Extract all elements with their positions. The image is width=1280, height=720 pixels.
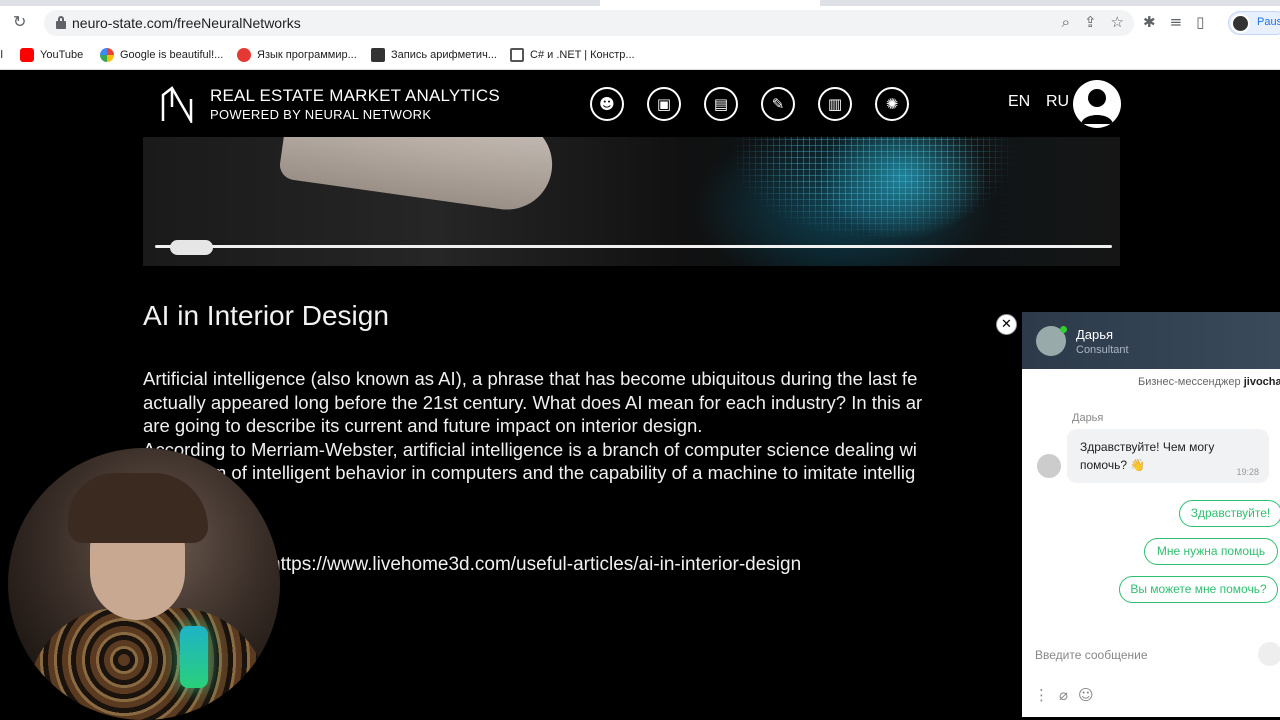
brain-icon[interactable]: ✺ (875, 87, 909, 121)
main-nav: ☻ ▣ ▤ ✎ ▥ ✺ (590, 87, 909, 121)
address-bar[interactable]: neuro-state.com/freeNeuralNetworks ⌕ ⇪ ☆ (44, 10, 1134, 36)
site-icon (237, 48, 251, 62)
logo-icon[interactable] (160, 85, 194, 123)
quick-reply-can-you-help[interactable]: Вы можете мне помочь? (1119, 576, 1278, 603)
article-line: Artificial intelligence (also known as A… (143, 368, 918, 389)
article-title: AI in Interior Design (143, 300, 389, 331)
chat-message-input[interactable]: Введите сообщение (1035, 648, 1148, 662)
carousel-handle[interactable] (170, 240, 213, 255)
brush-icon[interactable]: ✎ (761, 87, 795, 121)
article-line: According to Merriam-Webster, artificial… (143, 438, 917, 460)
bookmark-item[interactable]: il (0, 46, 3, 64)
bookmark-label: il (0, 49, 3, 61)
chat-header: Дарья Consultant (1022, 312, 1280, 369)
tab-strip (0, 0, 1280, 6)
bookmark-label: Google is beautiful!... (120, 49, 224, 61)
profile-status: Paused (1257, 16, 1280, 28)
online-status-icon (1060, 326, 1067, 333)
attach-icon[interactable]: ⌀ (1059, 686, 1068, 704)
message-sender: Дарья (1072, 412, 1104, 424)
lock-icon[interactable] (56, 16, 66, 29)
browser-toolbar: ↻ neuro-state.com/freeNeuralNetworks ⌕ ⇪… (0, 0, 1280, 40)
carousel-track[interactable] (155, 245, 1112, 248)
lang-ru-link[interactable]: RU (1046, 93, 1069, 111)
google-icon (100, 48, 114, 62)
chat-close-button[interactable]: ✕ (996, 314, 1017, 335)
chat-brand-name: jivochat (1243, 376, 1280, 388)
bookmark-youtube[interactable]: YouTube (20, 46, 83, 64)
bookmark-csharp[interactable]: C# и .NET | Констр... (510, 46, 635, 64)
agent-role: Consultant (1076, 344, 1129, 356)
hero-hand (278, 137, 558, 216)
webcam-shirt (28, 608, 268, 720)
site-header: REAL ESTATE MARKET ANALYTICS POWERED BY … (0, 70, 1280, 138)
bookmark-label: Язык программир... (257, 49, 357, 61)
omnibox-actions: ⌕ ⇪ ☆ (1062, 13, 1124, 31)
bookmarks-bar: il YouTube Google is beautiful!... Язык … (0, 40, 1280, 70)
profile-button[interactable]: Paused (1228, 11, 1280, 35)
agent-name: Дарья (1076, 327, 1114, 342)
active-tab[interactable] (600, 0, 820, 6)
chat-widget: Дарья Consultant Бизнес-мессенджер jivoc… (1022, 312, 1280, 717)
chat-brand[interactable]: Бизнес-мессенджер jivochat (1138, 376, 1280, 388)
bookmark-star-icon[interactable]: ☆ (1111, 13, 1124, 31)
reload-icon[interactable]: ↻ (13, 14, 29, 30)
quick-reply-need-help[interactable]: Мне нужна помощь (1144, 538, 1278, 565)
site-icon (510, 48, 524, 62)
message-text: Здравствуйте! Чем могу помочь? 👋 (1080, 440, 1215, 472)
webcam-hair (68, 473, 208, 543)
bookmark-label: YouTube (40, 49, 84, 61)
message-time: 19:28 (1236, 467, 1259, 477)
user-account-icon[interactable] (1073, 80, 1121, 128)
extensions-puzzle-icon[interactable]: ✱ (1143, 13, 1156, 31)
reading-list-icon[interactable]: ≡ (1170, 13, 1183, 31)
article-line: are going to describe its current and fu… (143, 415, 703, 437)
send-button[interactable] (1258, 642, 1280, 666)
article-line: actually appeared long before the 21st c… (143, 391, 923, 413)
url-text[interactable]: neuro-state.com/freeNeuralNetworks (72, 15, 301, 31)
lang-en-link[interactable]: EN (1008, 93, 1030, 111)
article-body: Artificial intelligence (also known as A… (143, 367, 1043, 485)
share-icon[interactable]: ⇪ (1084, 13, 1097, 31)
extensions-area: ✱ ≡ ▯ (1143, 13, 1204, 31)
image-icon[interactable]: ▣ (647, 87, 681, 121)
profile-avatar (1231, 14, 1250, 33)
source-link[interactable]: https://www.livehome3d.com/useful-articl… (270, 554, 801, 576)
message-avatar (1037, 454, 1061, 478)
document-icon[interactable]: ▤ (704, 87, 738, 121)
more-options-icon[interactable]: ⋮ (1034, 686, 1049, 704)
bookmark-label: C# и .NET | Констр... (530, 49, 635, 61)
message-bubble: Здравствуйте! Чем могу помочь? 👋 19:28 (1067, 429, 1269, 483)
brand-subtitle: POWERED BY NEURAL NETWORK (210, 107, 432, 122)
smile-icon[interactable]: ☻ (590, 87, 624, 121)
youtube-icon (20, 48, 34, 62)
side-panel-icon[interactable]: ▯ (1196, 13, 1204, 31)
zoom-icon[interactable]: ⌕ (1062, 13, 1070, 31)
chat-brand-prefix: Бизнес-мессенджер (1138, 376, 1241, 388)
brand-title[interactable]: REAL ESTATE MARKET ANALYTICS (210, 86, 500, 106)
bookmark-google[interactable]: Google is beautiful!... (100, 46, 223, 64)
site-icon (371, 48, 385, 62)
buildings-icon[interactable]: ▥ (818, 87, 852, 121)
quick-reply-hello[interactable]: Здравствуйте! (1179, 500, 1280, 527)
emoji-icon[interactable]: ☺ (1078, 686, 1094, 704)
chat-toolbar: ⋮ ⌀ ☺ (1034, 686, 1094, 704)
webcam-lamp (180, 626, 208, 688)
bookmark-arithmetic[interactable]: Запись арифметич... (371, 46, 497, 64)
bookmark-language[interactable]: Язык программир... (237, 46, 357, 64)
article-line: simulation of intelligent behavior in co… (143, 462, 916, 484)
webcam-overlay (8, 448, 280, 720)
bookmark-label: Запись арифметич... (391, 49, 497, 61)
